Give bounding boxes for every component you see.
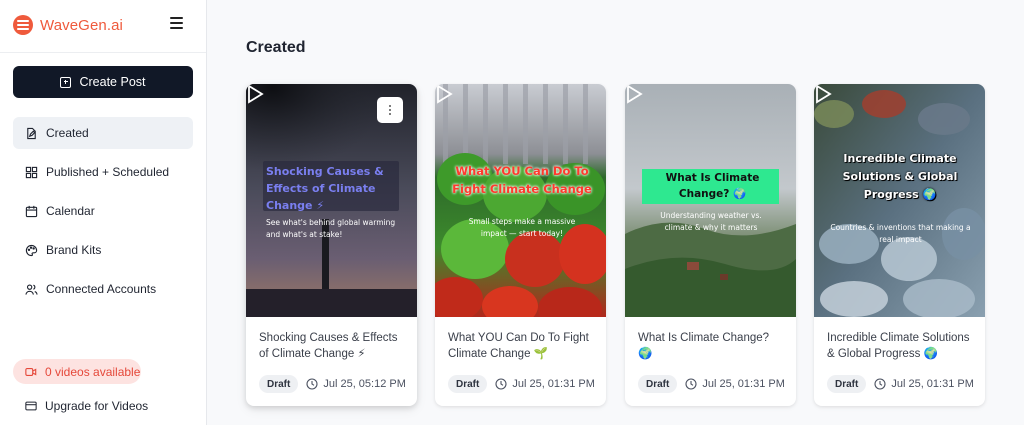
sidebar-divider: [0, 52, 206, 53]
card-date: Jul 25, 01:31 PM: [512, 378, 595, 390]
card-meta: Draft Jul 25, 01:31 PM: [638, 375, 785, 393]
clock-icon: [495, 378, 507, 390]
status-badge: Draft: [638, 375, 678, 393]
file-edit-icon: [27, 127, 36, 139]
brand-name: WaveGen.ai: [40, 16, 123, 34]
clock-icon: [685, 378, 697, 390]
sidebar-item-label: Calendar: [46, 204, 95, 218]
calendar-icon: [25, 205, 38, 217]
upgrade-link[interactable]: Upgrade for Videos: [25, 399, 148, 413]
upgrade-label: Upgrade for Videos: [45, 399, 149, 413]
sidebar-item-calendar[interactable]: Calendar: [13, 195, 193, 227]
videos-available-badge: 0 videos available: [13, 359, 141, 384]
overlay-title: What YOU Can Do To Fight Climate Change: [452, 164, 592, 196]
card-title: Shocking Causes & Effects of Climate Cha…: [259, 332, 398, 360]
post-card[interactable]: Shocking Causes & Effects of Climate Cha…: [246, 84, 417, 406]
palette-icon: [25, 244, 38, 256]
plus-square-icon: [60, 76, 72, 88]
post-card[interactable]: Incredible Climate Solutions & Global Pr…: [814, 84, 985, 406]
kebab-icon: [389, 104, 391, 116]
card-meta: Draft Jul 25, 05:12 PM: [259, 375, 406, 393]
sidebar-item-published-scheduled[interactable]: Published + Scheduled: [13, 156, 193, 188]
video-thumbnail[interactable]: What Is Climate Change? 🌍 Understanding …: [625, 84, 796, 317]
sidebar-item-brand-kits[interactable]: Brand Kits: [13, 234, 193, 266]
create-post-button[interactable]: Create Post: [13, 66, 193, 98]
brand[interactable]: WaveGen.ai: [13, 14, 123, 36]
hamburger-menu-icon[interactable]: [170, 17, 183, 29]
sidebar-item-label: Created: [46, 126, 89, 140]
clock-icon: [874, 378, 886, 390]
credit-card-icon: [25, 401, 37, 411]
sidebar-item-created[interactable]: Created: [13, 117, 193, 149]
post-card[interactable]: What Is Climate Change? 🌍 Understanding …: [625, 84, 796, 406]
overlay-subtitle: Countries & inventions that making a rea…: [830, 223, 971, 244]
video-camera-icon: [25, 367, 37, 376]
card-title: What YOU Can Do To Fight Climate Change …: [448, 332, 589, 360]
sidebar-item-label: Connected Accounts: [46, 282, 157, 296]
overlay-title: Shocking Causes & Effects of Climate Cha…: [266, 165, 384, 212]
play-icon: [627, 84, 643, 104]
video-thumbnail[interactable]: Incredible Climate Solutions & Global Pr…: [814, 84, 985, 317]
status-badge: Draft: [827, 375, 867, 393]
overlay-title: Incredible Climate Solutions & Global Pr…: [842, 152, 958, 201]
create-post-label: Create Post: [79, 75, 146, 89]
sidebar-item-label: Published + Scheduled: [46, 165, 170, 179]
wave-logo-icon: [13, 15, 33, 35]
play-icon: [437, 84, 453, 104]
card-meta: Draft Jul 25, 01:31 PM: [827, 375, 974, 393]
overlay-subtitle: Understanding weather vs. climate & why …: [660, 211, 762, 232]
sidebar-item-label: Brand Kits: [46, 243, 102, 257]
overlay-title: What Is Climate Change? 🌍: [665, 172, 760, 200]
card-date: Jul 25, 05:12 PM: [323, 378, 406, 390]
clock-icon: [306, 378, 318, 390]
video-thumbnail[interactable]: What YOU Can Do To Fight Climate Change …: [435, 84, 606, 317]
post-card[interactable]: What YOU Can Do To Fight Climate Change …: [435, 84, 606, 406]
video-thumbnail[interactable]: Shocking Causes & Effects of Climate Cha…: [246, 84, 417, 317]
sidebar-item-connected-accounts[interactable]: Connected Accounts: [13, 273, 193, 305]
page-title: Created: [246, 39, 306, 56]
user-group-icon: [25, 283, 38, 295]
videos-available-label: 0 videos available: [45, 364, 141, 379]
grid-icon: [25, 166, 38, 178]
overlay-subtitle: Small steps make a massive impact — star…: [468, 217, 576, 238]
card-date: Jul 25, 01:31 PM: [702, 378, 785, 390]
overlay-subtitle: See what's behind global warming and wha…: [266, 218, 396, 239]
more-options-button[interactable]: [377, 97, 403, 123]
sidebar-nav: Created Published + Scheduled Calendar B…: [13, 117, 193, 312]
play-icon: [816, 84, 832, 104]
card-title: What Is Climate Change? 🌍: [638, 332, 770, 360]
card-date: Jul 25, 01:31 PM: [891, 378, 974, 390]
thumbnail-image: [435, 84, 606, 317]
status-badge: Draft: [448, 375, 488, 393]
play-icon: [248, 84, 264, 104]
status-badge: Draft: [259, 375, 299, 393]
sidebar: WaveGen.ai Create Post Created Published…: [0, 0, 207, 425]
card-meta: Draft Jul 25, 01:31 PM: [448, 375, 595, 393]
card-title: Incredible Climate Solutions & Global Pr…: [827, 332, 970, 360]
